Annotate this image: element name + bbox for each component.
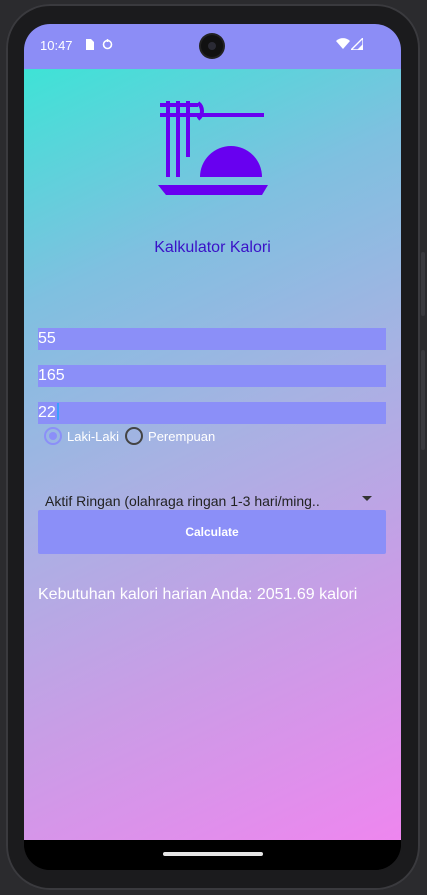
app-content: Kalkulator Kalori 55 165 22 Laki-Laki Pe… — [24, 69, 401, 840]
status-bar: 10:47 — [24, 24, 401, 69]
app-title: Kalkulator Kalori — [154, 239, 271, 256]
noodle-bowl-icon — [158, 101, 268, 195]
result-text: Kebutuhan kalori harian Anda: 2051.69 ka… — [38, 586, 358, 603]
status-time: 10:47 — [40, 38, 73, 53]
device-screen: 10:47 Kalkulator Kalori 55 165 22 Laki-L… — [24, 24, 401, 870]
height-input[interactable]: 165 — [38, 365, 386, 387]
volume-button — [421, 252, 425, 316]
age-input[interactable]: 22 — [38, 402, 386, 424]
text-cursor — [56, 403, 59, 420]
calculate-button[interactable]: Calculate — [38, 510, 386, 554]
navigation-bar — [24, 840, 401, 870]
activity-selected: Aktif Ringan (olahraga ringan 1-3 hari/m… — [45, 493, 320, 509]
dropdown-arrow-icon — [362, 496, 372, 501]
weight-input[interactable]: 55 — [38, 328, 386, 350]
gender-radio-group: Laki-Laki Perempuan — [44, 425, 221, 447]
radio-laki-laki[interactable] — [44, 427, 62, 445]
radio-label-perempuan[interactable]: Perempuan — [148, 429, 215, 444]
age-value: 22 — [38, 404, 56, 421]
wifi-icon — [336, 38, 350, 53]
radio-perempuan[interactable] — [125, 427, 144, 445]
camera-cutout — [201, 35, 223, 57]
radio-label-laki-laki[interactable]: Laki-Laki — [67, 429, 119, 444]
sync-icon — [102, 39, 113, 53]
signal-icon — [349, 36, 364, 53]
power-button — [421, 350, 425, 450]
home-gesture-handle[interactable] — [163, 852, 263, 856]
sim-card-icon — [84, 39, 94, 53]
